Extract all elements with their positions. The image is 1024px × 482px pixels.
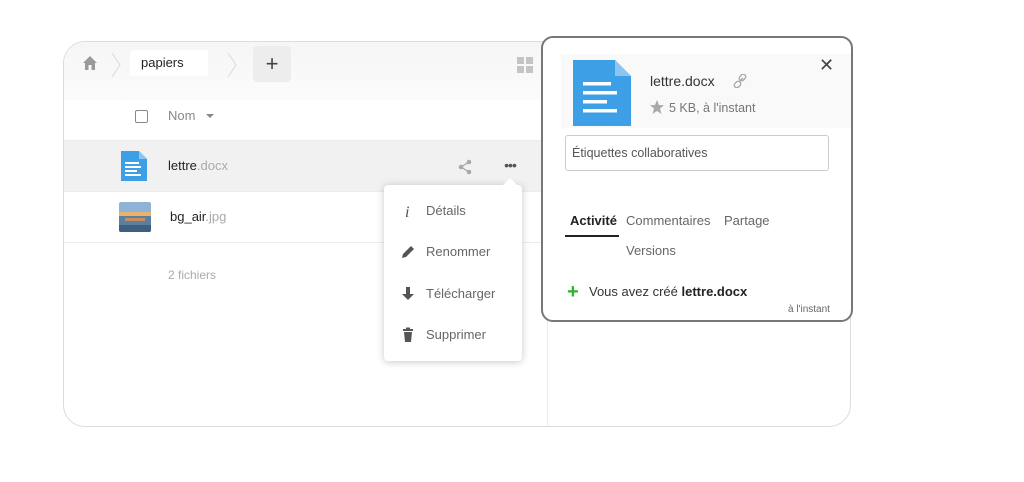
more-actions-icon[interactable]: ••• xyxy=(500,157,520,175)
info-icon: i xyxy=(405,204,409,219)
menu-arrow xyxy=(503,178,517,185)
star-icon[interactable] xyxy=(649,99,665,115)
file-name[interactable]: lettre.docx xyxy=(168,158,228,173)
active-tab-underline xyxy=(565,235,619,237)
context-menu: i Détails Renommer Télécharger Supprimer xyxy=(384,178,522,361)
document-icon xyxy=(573,60,631,126)
breadcrumb-separator-icon xyxy=(111,52,121,78)
sort-caret-icon[interactable] xyxy=(206,114,214,118)
activity-time: à l'instant xyxy=(788,304,830,315)
trash-icon xyxy=(403,327,413,342)
file-name[interactable]: bg_air.jpg xyxy=(170,209,226,224)
breadcrumb-folder[interactable]: papiers xyxy=(141,55,184,70)
tab-activity[interactable]: Activité xyxy=(570,213,617,228)
menu-item-download[interactable]: Télécharger xyxy=(384,274,522,314)
menu-item-details[interactable]: i Détails xyxy=(384,191,522,231)
column-name-header[interactable]: Nom xyxy=(168,108,195,123)
add-activity-icon: + xyxy=(567,281,579,303)
pencil-icon xyxy=(402,246,414,258)
share-icon[interactable] xyxy=(457,159,473,175)
tab-versions[interactable]: Versions xyxy=(626,243,676,258)
image-thumbnail xyxy=(119,202,151,232)
select-all-checkbox[interactable] xyxy=(135,110,148,123)
details-panel: lettre.docx 5 KB, à l'instant ✕ Étiquett… xyxy=(541,36,853,322)
details-meta: 5 KB, à l'instant xyxy=(669,101,756,115)
tab-sharing[interactable]: Partage xyxy=(724,213,770,228)
tags-input[interactable]: Étiquettes collaboratives xyxy=(565,135,829,171)
menu-item-label: Détails xyxy=(426,203,466,218)
download-icon xyxy=(402,287,414,300)
breadcrumb-separator-icon xyxy=(227,52,237,78)
menu-item-label: Supprimer xyxy=(426,327,486,342)
menu-item-rename[interactable]: Renommer xyxy=(384,232,522,272)
link-icon[interactable] xyxy=(733,74,747,88)
activity-entry: Vous avez créé lettre.docx xyxy=(589,284,748,299)
grid-view-icon[interactable] xyxy=(517,57,533,73)
menu-item-label: Renommer xyxy=(426,244,491,259)
svg-text:i: i xyxy=(405,204,409,219)
close-icon[interactable]: ✕ xyxy=(819,56,834,74)
details-filename: lettre.docx xyxy=(650,73,715,89)
home-icon[interactable] xyxy=(82,55,98,71)
menu-item-label: Télécharger xyxy=(426,286,496,301)
document-icon xyxy=(121,151,147,181)
file-count: 2 fichiers xyxy=(168,268,217,282)
tab-comments[interactable]: Commentaires xyxy=(626,213,711,228)
add-button[interactable]: + xyxy=(253,46,291,82)
menu-item-delete[interactable]: Supprimer xyxy=(384,315,522,355)
